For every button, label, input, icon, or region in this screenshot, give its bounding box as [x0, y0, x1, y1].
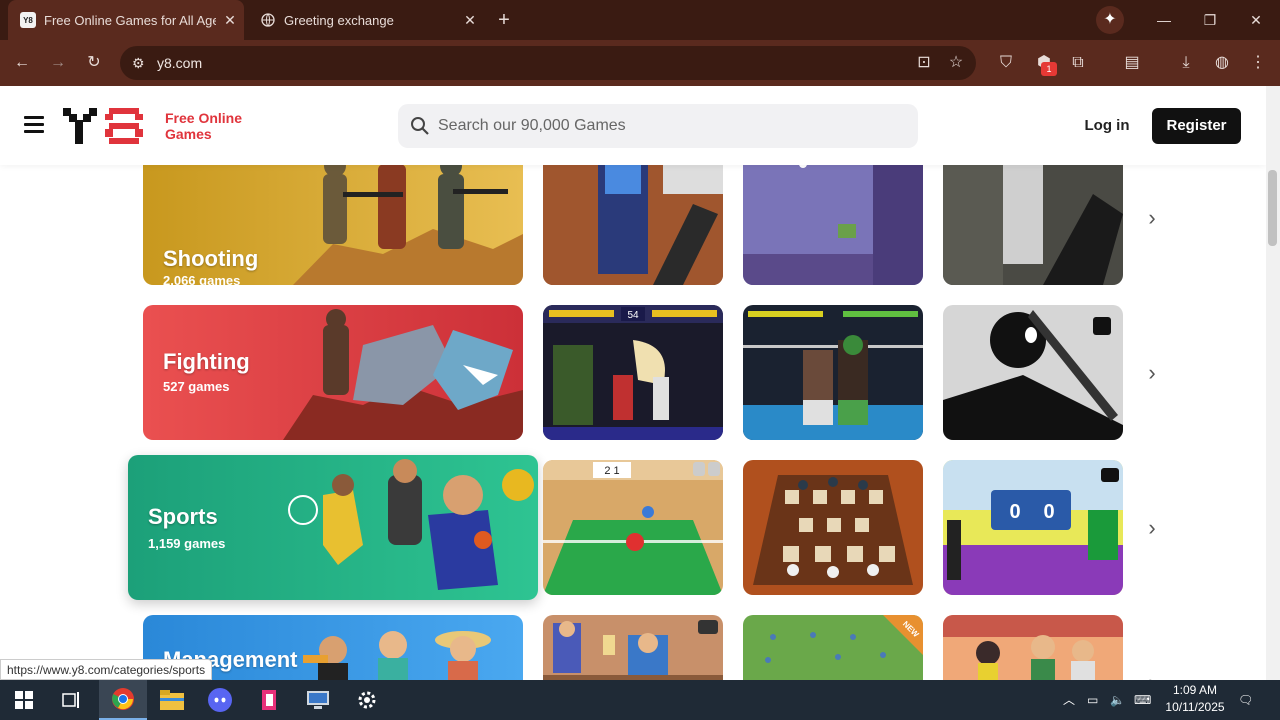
tray-chevron-up-icon[interactable]: ︿	[1063, 680, 1075, 720]
close-tab-icon[interactable]: ✕	[216, 12, 244, 29]
tab-greeting-exchange[interactable]: Greeting exchange ✕	[248, 0, 484, 40]
app-pink-icon[interactable]	[245, 680, 293, 720]
task-view-icon[interactable]	[48, 680, 96, 720]
category-card-sports[interactable]: Sports 1,159 games	[128, 455, 538, 600]
page-content: Shooting 2,066 games › Fighting 527 game…	[0, 86, 1266, 680]
chevron-right-icon[interactable]: ›	[1142, 361, 1162, 385]
globe-icon	[260, 12, 276, 28]
match-score: 2 1	[604, 465, 619, 477]
chevron-right-icon[interactable]: ›	[1142, 206, 1162, 230]
score-right: 0	[1043, 501, 1054, 523]
tab-title: Free Online Games for All Ages	[44, 12, 216, 28]
scrollbar-thumb[interactable]	[1268, 170, 1277, 246]
clock-date: 10/11/2025	[1165, 700, 1225, 714]
site-header: Free Online Games Search our 90,000 Game…	[0, 86, 1266, 165]
category-count: 527 games	[163, 379, 230, 394]
bookmark-star-icon[interactable]: ☆	[944, 51, 968, 75]
restore-icon[interactable]: ❐	[1187, 8, 1233, 32]
network-icon[interactable]: ▭	[1087, 680, 1098, 720]
taskbar-clock[interactable]: 1:09 AM 10/11/2025	[1162, 682, 1228, 716]
reload-icon[interactable]: ↻	[82, 51, 106, 75]
site-info-icon[interactable]: ⚙	[132, 52, 152, 74]
category-name: Sports	[148, 504, 218, 529]
logo-tagline: Free Online Games	[165, 110, 243, 142]
game-thumb[interactable]: NEW	[743, 615, 923, 680]
install-app-icon[interactable]: ⊡	[912, 51, 936, 75]
category-card-fighting[interactable]: Fighting 527 games	[143, 305, 523, 440]
hamburger-menu-icon[interactable]	[24, 116, 44, 134]
address-bar[interactable]	[120, 46, 976, 80]
category-name: Shooting	[163, 246, 259, 271]
shield-icon[interactable]: ⛉	[994, 51, 1018, 75]
game-thumb[interactable]: 54	[543, 305, 723, 440]
reading-list-icon[interactable]: ▤	[1120, 51, 1144, 75]
file-explorer-icon[interactable]	[148, 680, 196, 720]
game-thumb[interactable]	[943, 615, 1123, 680]
close-tab-icon[interactable]: ✕	[456, 12, 484, 29]
keyboard-icon[interactable]: ⌨	[1134, 680, 1151, 720]
discord-icon[interactable]	[196, 680, 244, 720]
y8-favicon-icon: Y8	[20, 12, 36, 28]
category-count: 1,159 games	[148, 536, 226, 551]
minimize-icon[interactable]: —	[1141, 8, 1187, 32]
extension-badge: 1	[1041, 62, 1057, 76]
back-icon[interactable]: ←	[10, 51, 34, 75]
notification-icon[interactable]: 🗨	[1238, 680, 1253, 720]
forward-icon[interactable]: →	[46, 51, 70, 75]
chrome-icon[interactable]	[99, 680, 147, 720]
chevron-right-icon[interactable]: ›	[1142, 516, 1162, 540]
chevron-right-icon[interactable]: ›	[1142, 671, 1162, 681]
tab-title: Greeting exchange	[284, 12, 394, 28]
game-thumb[interactable]: 2 1	[543, 460, 723, 595]
clock-time: 1:09 AM	[1172, 683, 1218, 697]
login-link[interactable]: Log in	[1080, 116, 1134, 136]
download-icon[interactable]: ⤓	[1174, 51, 1198, 75]
remote-desktop-icon[interactable]	[294, 680, 342, 720]
game-thumb[interactable]	[543, 615, 723, 680]
close-window-icon[interactable]: ✕	[1233, 8, 1279, 32]
search-input[interactable]: Search our 90,000 Games	[438, 116, 626, 136]
profile-avatar[interactable]: ◍	[1210, 51, 1234, 75]
score-left: 0	[1009, 501, 1020, 523]
settings-gear-icon[interactable]	[343, 680, 391, 720]
tab-y8[interactable]: Y8 Free Online Games for All Ages ✕	[8, 0, 244, 40]
new-tab-button[interactable]: +	[492, 8, 516, 32]
register-button[interactable]: Register	[1152, 108, 1241, 144]
category-name: Fighting	[163, 349, 250, 374]
game-thumb[interactable]	[743, 305, 923, 440]
volume-muted-icon[interactable]: 🔈	[1110, 680, 1125, 720]
windows-start-icon[interactable]	[0, 680, 48, 720]
status-bar-url: https://www.y8.com/categories/sports	[0, 659, 213, 680]
category-count: 2,066 games	[163, 273, 241, 285]
fight-timer: 54	[627, 310, 639, 321]
puzzle-icon[interactable]: ⧉	[1066, 51, 1090, 75]
gemini-icon[interactable]: ✦	[1096, 6, 1124, 34]
game-thumb[interactable]	[943, 305, 1123, 440]
menu-dots-icon[interactable]: ⋮	[1246, 51, 1270, 75]
y8-logo[interactable]	[63, 108, 147, 144]
url-text[interactable]: y8.com	[157, 53, 202, 73]
game-thumb[interactable]: 00	[943, 460, 1123, 595]
game-thumb[interactable]	[743, 460, 923, 595]
search-icon	[411, 117, 429, 135]
